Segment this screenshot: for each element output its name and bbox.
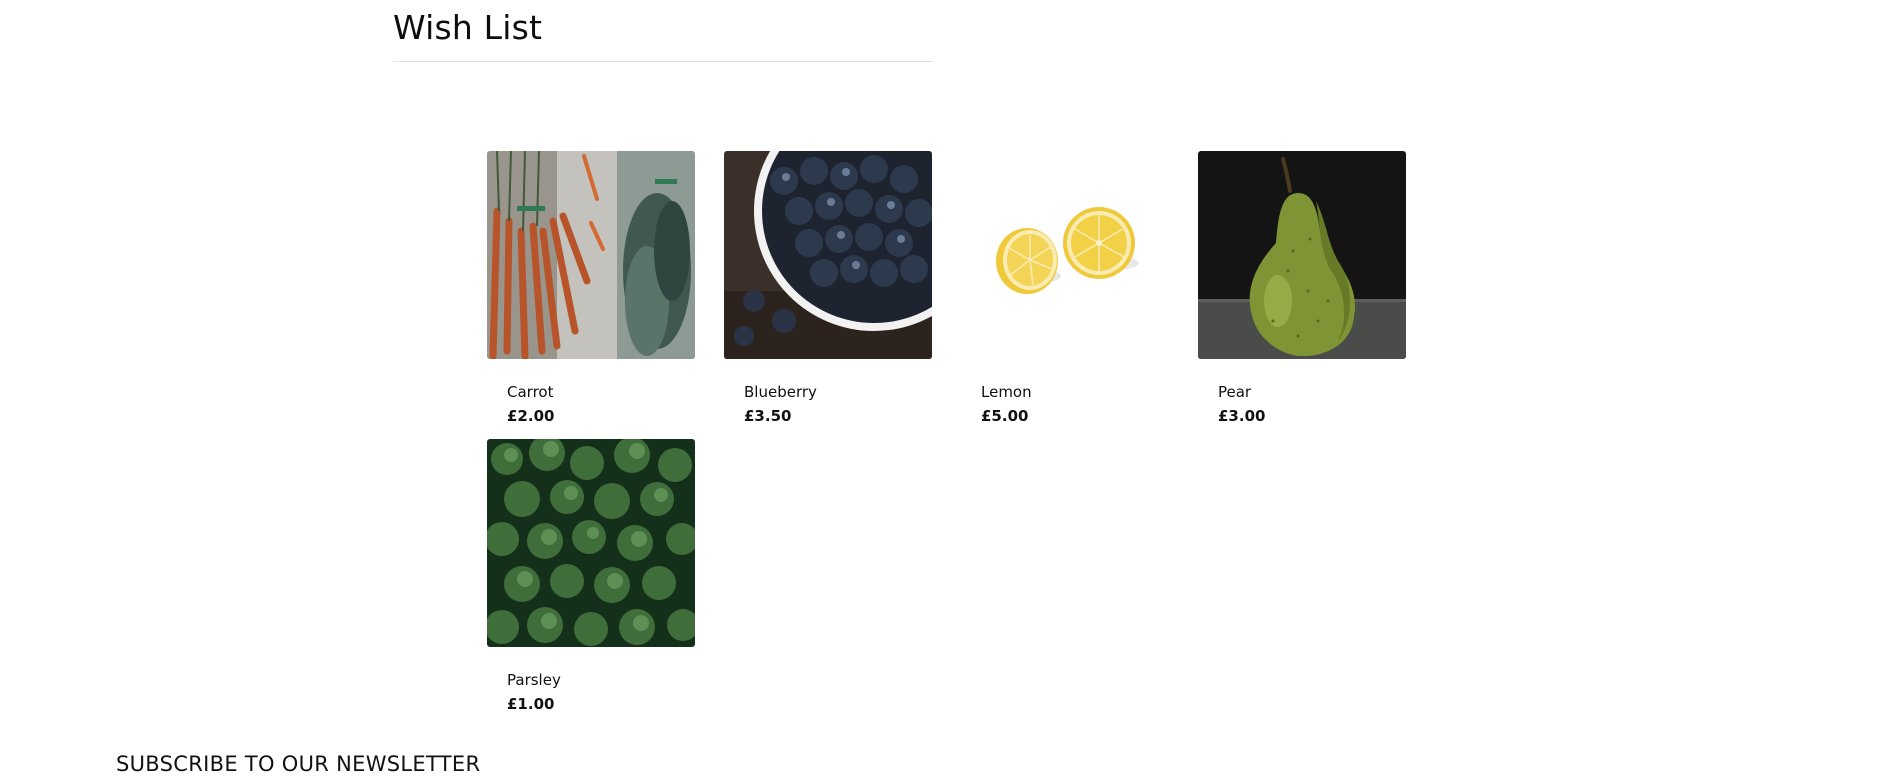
product-price: £5.00 [981, 407, 1029, 425]
product-card-lemon[interactable]: Lemon £5.00 [961, 151, 1169, 425]
product-name[interactable]: Lemon [981, 383, 1032, 401]
product-name[interactable]: Carrot [507, 383, 553, 401]
product-card-blueberry[interactable]: Blueberry £3.50 [724, 151, 932, 425]
product-card-carrot[interactable]: Carrot £2.00 [487, 151, 695, 425]
lemon-product-image[interactable] [961, 151, 1169, 359]
product-price: £3.50 [744, 407, 792, 425]
product-price: £3.00 [1218, 407, 1266, 425]
parsley-product-image[interactable] [487, 439, 695, 647]
product-name[interactable]: Pear [1218, 383, 1251, 401]
page-title: Wish List [393, 8, 543, 47]
product-price: £2.00 [507, 407, 555, 425]
product-price: £1.00 [507, 695, 555, 713]
pear-product-image[interactable] [1198, 151, 1406, 359]
product-name[interactable]: Parsley [507, 671, 561, 689]
blueberry-product-image[interactable] [724, 151, 932, 359]
newsletter-heading: SUBSCRIBE TO OUR NEWSLETTER [116, 752, 481, 776]
carrot-product-image[interactable] [487, 151, 695, 359]
product-card-pear[interactable]: Pear £3.00 [1198, 151, 1406, 425]
product-name[interactable]: Blueberry [744, 383, 817, 401]
product-card-parsley[interactable]: Parsley £1.00 [487, 439, 695, 713]
title-divider [393, 61, 933, 62]
